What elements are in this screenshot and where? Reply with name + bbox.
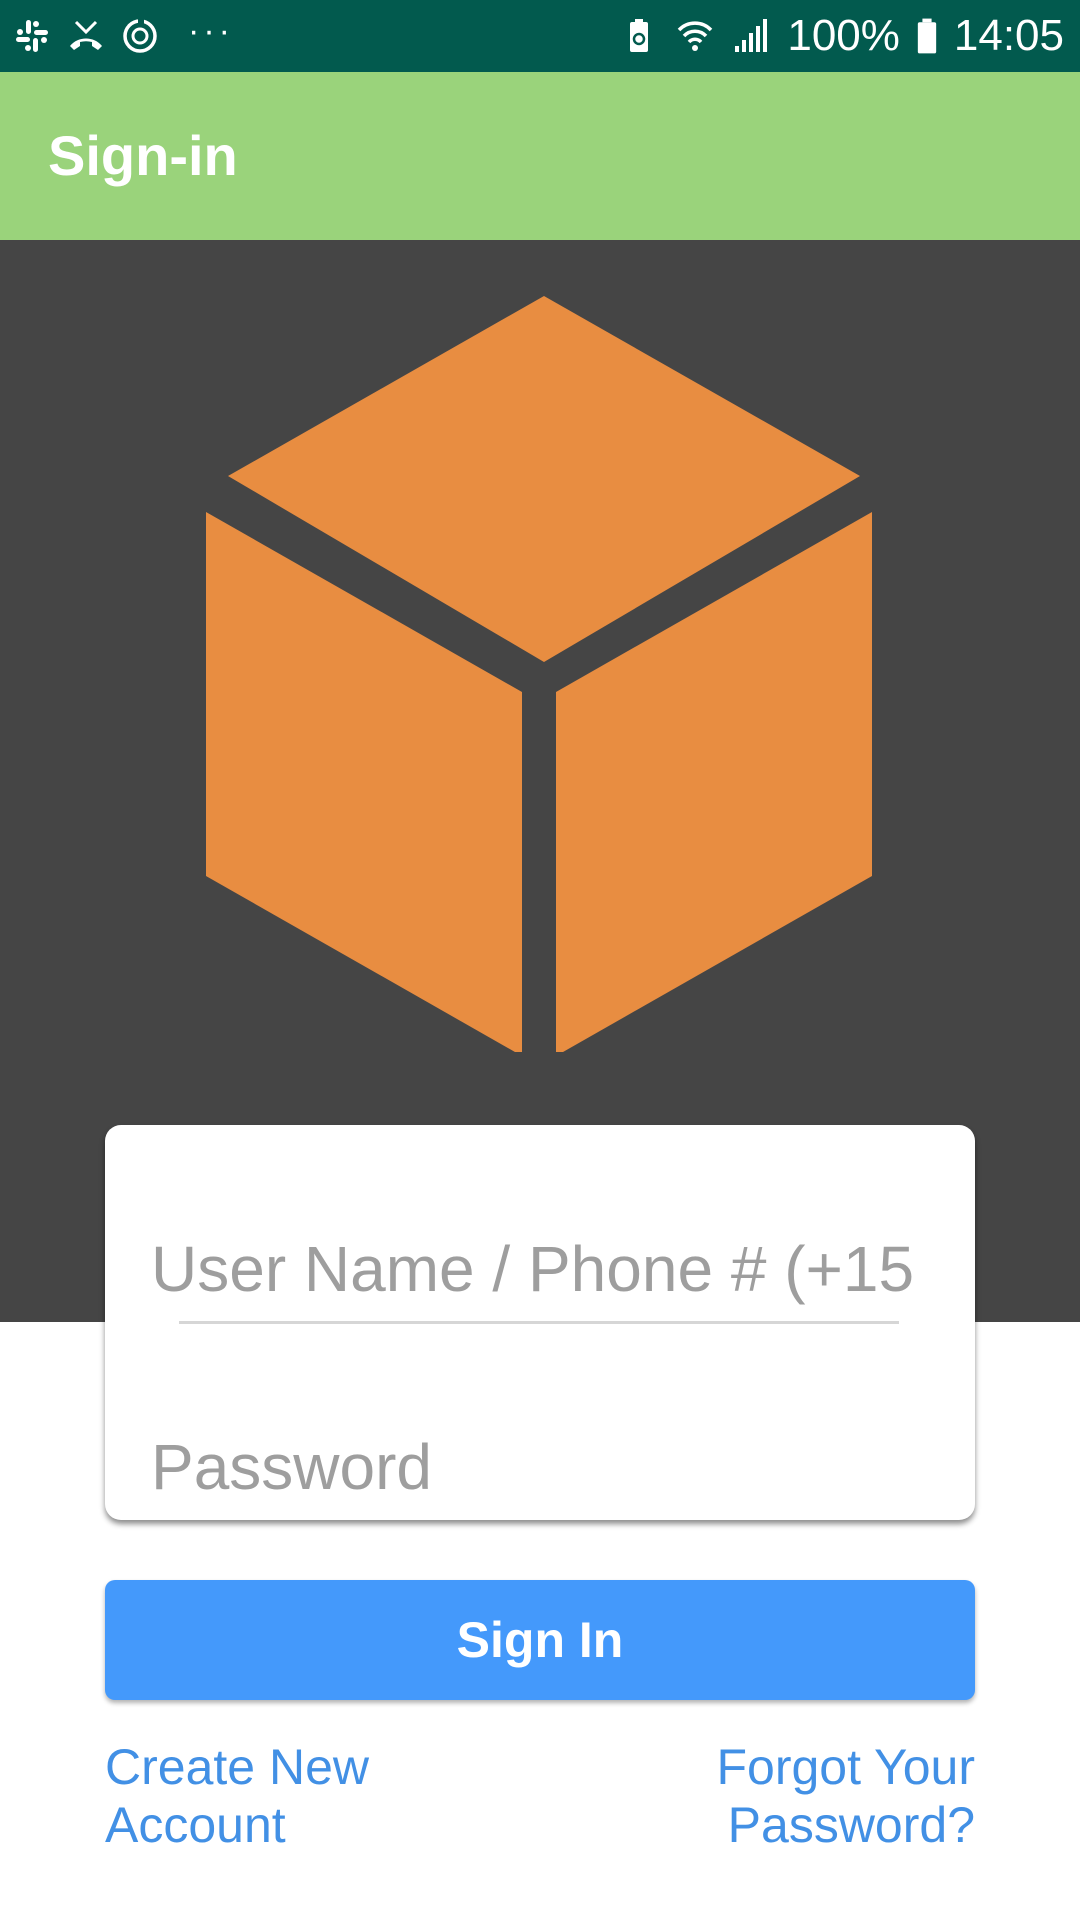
- battery-icon: [917, 18, 937, 54]
- forgot-password-line2: Password?: [727, 1797, 975, 1853]
- slack-icon: [16, 20, 48, 52]
- create-account-line1: Create New: [105, 1739, 369, 1795]
- sync-icon: [123, 18, 157, 53]
- more-notifications-indicator: ···: [188, 12, 234, 50]
- create-account-link[interactable]: Create New Account: [105, 1738, 369, 1854]
- status-bar-left: ···: [12, 0, 234, 72]
- field-divider: [179, 1321, 899, 1324]
- sign-in-button[interactable]: Sign In: [105, 1580, 975, 1700]
- forgot-password-line1: Forgot Your: [716, 1739, 975, 1795]
- forgot-password-link[interactable]: Forgot Your Password?: [716, 1738, 975, 1854]
- signal-icon: [735, 19, 768, 52]
- missed-call-icon: [70, 20, 102, 50]
- battery-percentage: 100%: [787, 11, 900, 60]
- create-account-line2: Account: [105, 1797, 286, 1853]
- app-bar: Sign-in: [0, 72, 1080, 240]
- status-bar-right: 100% 14:05: [619, 0, 1064, 72]
- login-card: [105, 1125, 975, 1520]
- battery-saver-icon: [630, 19, 649, 52]
- username-input[interactable]: [151, 1219, 931, 1319]
- wifi-icon: [678, 21, 713, 51]
- password-input[interactable]: [151, 1417, 931, 1517]
- page-title: Sign-in: [48, 124, 238, 187]
- clock: 14:05: [953, 11, 1064, 60]
- orange-cube-logo-icon: [206, 296, 872, 1052]
- status-bar: ··· 100% 14:05: [0, 0, 1080, 72]
